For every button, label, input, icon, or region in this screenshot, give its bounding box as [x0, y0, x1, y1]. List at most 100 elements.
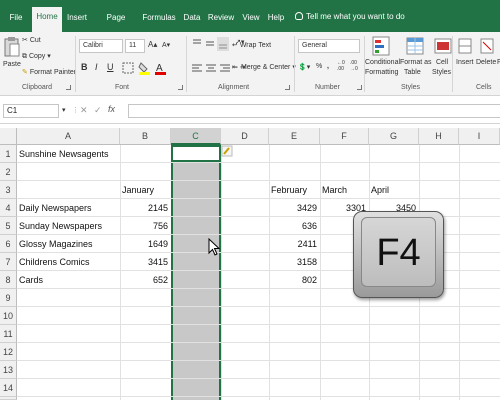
- cell-a6[interactable]: Glossy Magazines: [19, 235, 93, 253]
- delete-cells-icon[interactable]: [480, 37, 494, 55]
- cell-styles-icon[interactable]: [434, 36, 452, 56]
- name-box[interactable]: C1: [3, 104, 59, 118]
- cell-e7[interactable]: 3158: [269, 253, 320, 271]
- insert-function-icon[interactable]: fx: [108, 104, 115, 114]
- tab-formulas[interactable]: Formulas: [141, 8, 177, 32]
- row-header-3[interactable]: 3: [0, 181, 17, 199]
- font-name-select[interactable]: Calibri: [79, 39, 123, 53]
- column-header-d[interactable]: D: [221, 128, 269, 145]
- tab-home[interactable]: Home: [32, 7, 62, 32]
- cell-e4[interactable]: 3429: [269, 199, 320, 217]
- row-header-9[interactable]: 9: [0, 289, 17, 307]
- format-as-table-label-2[interactable]: Table: [404, 69, 421, 76]
- cell-a1[interactable]: Sunshine Newsagents: [19, 145, 109, 163]
- cell-a5[interactable]: Sunday Newspapers: [19, 217, 102, 235]
- horizontal-align-icons[interactable]: [191, 63, 231, 75]
- cell-b5[interactable]: 756: [120, 217, 171, 235]
- name-box-dropdown-icon[interactable]: ▾: [62, 106, 66, 114]
- clipboard-launcher-icon[interactable]: [66, 85, 71, 90]
- font-color-icon[interactable]: A: [154, 61, 168, 75]
- cell-e5[interactable]: 636: [269, 217, 320, 235]
- bold-button[interactable]: B: [81, 62, 88, 72]
- wrap-text-button[interactable]: ↵ Wrap Text: [232, 41, 271, 49]
- tab-data[interactable]: Data: [181, 8, 203, 32]
- underline-button[interactable]: U: [107, 62, 114, 72]
- column-header-f[interactable]: F: [320, 128, 369, 145]
- tab-view[interactable]: View: [240, 8, 262, 32]
- cell-b8[interactable]: 652: [120, 271, 171, 289]
- paste-icon[interactable]: [4, 36, 20, 58]
- number-format-select[interactable]: General: [298, 39, 360, 53]
- cell-b4[interactable]: 2145: [120, 199, 171, 217]
- format-painter-button[interactable]: ✎ Format Painter: [22, 68, 76, 76]
- insert-cells-icon[interactable]: [458, 37, 472, 55]
- cut-button[interactable]: ✂ Cut: [22, 36, 41, 44]
- cell-b7[interactable]: 3415: [120, 253, 171, 271]
- percent-style-button[interactable]: %: [316, 63, 322, 70]
- cell-styles-label-1[interactable]: Cell: [436, 59, 448, 66]
- conditional-formatting-label-1[interactable]: Conditional: [365, 59, 400, 66]
- row-header-8[interactable]: 8: [0, 271, 17, 289]
- row-header-4[interactable]: 4: [0, 199, 17, 217]
- paste-label[interactable]: Paste: [3, 61, 21, 68]
- delete-cells-label[interactable]: Delete: [476, 59, 496, 66]
- tab-review[interactable]: Review: [207, 8, 235, 32]
- italic-button[interactable]: I: [95, 62, 98, 72]
- column-header-i[interactable]: I: [459, 128, 500, 145]
- font-size-select[interactable]: 11: [125, 39, 145, 53]
- formula-input[interactable]: [128, 104, 500, 118]
- column-header-g[interactable]: G: [369, 128, 419, 145]
- row-header-12[interactable]: 12: [0, 343, 17, 361]
- cell-styles-label-2[interactable]: Styles: [432, 69, 451, 76]
- column-header-a[interactable]: A: [17, 128, 120, 145]
- number-launcher-icon[interactable]: [357, 85, 362, 90]
- insert-cells-label[interactable]: Insert: [456, 59, 474, 66]
- row-header-1[interactable]: 1: [0, 145, 17, 163]
- shrink-font-button[interactable]: A▾: [162, 41, 170, 49]
- tell-me-search[interactable]: Tell me what you want to do: [295, 12, 405, 21]
- cell-g3[interactable]: April: [371, 181, 389, 199]
- accounting-format-icon[interactable]: 💲▾: [298, 63, 310, 71]
- select-all-corner[interactable]: [0, 128, 17, 145]
- copy-button[interactable]: ⧉ Copy ▾: [22, 52, 51, 61]
- comma-style-button[interactable]: ,: [327, 63, 329, 70]
- row-header-6[interactable]: 6: [0, 235, 17, 253]
- cell-e3[interactable]: February: [271, 181, 307, 199]
- cell-e8[interactable]: 802: [269, 271, 320, 289]
- row-header-2[interactable]: 2: [0, 163, 17, 181]
- row-header-14[interactable]: 14: [0, 379, 17, 397]
- decrease-decimal-icon[interactable]: .00 →0: [350, 60, 358, 72]
- fill-color-icon[interactable]: [138, 61, 152, 75]
- cell-a8[interactable]: Cards: [19, 271, 43, 289]
- vertical-align-icons[interactable]: [191, 37, 231, 51]
- alignment-launcher-icon[interactable]: [285, 85, 290, 90]
- conditional-formatting-icon[interactable]: [372, 36, 390, 56]
- borders-icon[interactable]: [122, 62, 136, 74]
- column-header-b[interactable]: B: [120, 128, 171, 145]
- cell-b6[interactable]: 1649: [120, 235, 171, 253]
- cell-e6[interactable]: 2411: [269, 235, 320, 253]
- active-cell[interactable]: [171, 145, 221, 162]
- row-header-13[interactable]: 13: [0, 361, 17, 379]
- column-header-e[interactable]: E: [269, 128, 320, 145]
- conditional-formatting-label-2[interactable]: Formatting: [365, 69, 398, 76]
- cell-b3[interactable]: January: [122, 181, 154, 199]
- tab-help[interactable]: Help: [266, 8, 286, 32]
- cell-f3[interactable]: March: [322, 181, 347, 199]
- increase-decimal-icon[interactable]: ←0.00: [337, 60, 345, 72]
- tab-insert[interactable]: Insert: [64, 8, 90, 32]
- tab-page-layout[interactable]: Page Layout: [95, 8, 137, 42]
- enter-icon[interactable]: ✓: [94, 105, 102, 116]
- font-launcher-icon[interactable]: [178, 85, 183, 90]
- merge-center-button[interactable]: ⇔ Merge & Center ▾: [232, 63, 296, 71]
- row-header-10[interactable]: 10: [0, 307, 17, 325]
- paste-options-icon[interactable]: [221, 145, 233, 157]
- tab-file[interactable]: File: [4, 8, 28, 32]
- row-header-11[interactable]: 11: [0, 325, 17, 343]
- format-as-table-icon[interactable]: [406, 36, 424, 56]
- grow-font-button[interactable]: A▴: [148, 40, 157, 49]
- cancel-icon[interactable]: ✕: [80, 105, 88, 116]
- cell-a4[interactable]: Daily Newspapers: [19, 199, 92, 217]
- cell-a7[interactable]: Childrens Comics: [19, 253, 90, 271]
- row-header-5[interactable]: 5: [0, 217, 17, 235]
